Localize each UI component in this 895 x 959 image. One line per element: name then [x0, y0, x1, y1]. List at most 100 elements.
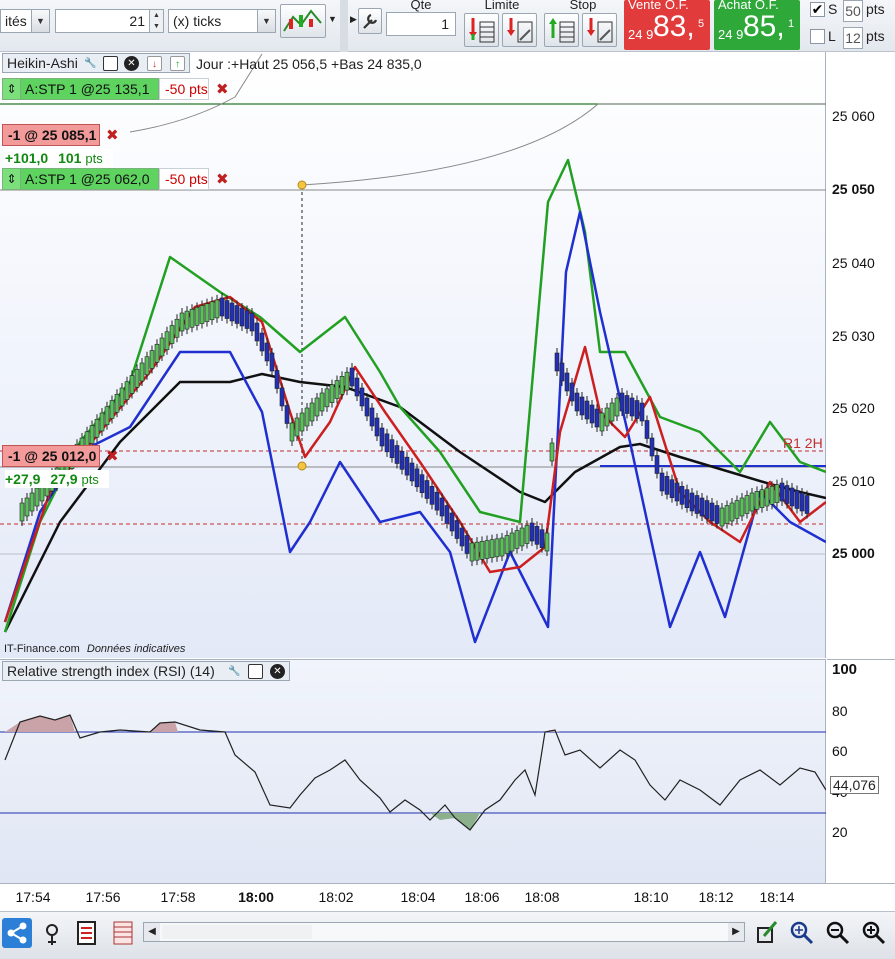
chevron-down-icon[interactable]: ▼: [257, 10, 275, 32]
price-chart-canvas[interactable]: [0, 52, 827, 658]
candle-up: [304, 407, 310, 427]
drag-handle: [297, 180, 307, 190]
candle-up: [544, 532, 550, 552]
stop-order-tag[interactable]: ⇕ A:STP 1 @25 062,0: [2, 168, 159, 190]
chevron-right-icon[interactable]: ▶: [350, 14, 357, 25]
candle-down: [284, 405, 290, 424]
time-axis[interactable]: 17:54 17:56 17:58 18:00 18:02 18:04 18:0…: [0, 883, 895, 911]
candle-down: [689, 492, 695, 512]
close-icon[interactable]: ✕: [124, 56, 139, 71]
candle-down: [379, 427, 385, 447]
time-scrollbar[interactable]: ◀ ▶: [143, 922, 745, 942]
position-tag[interactable]: -1 @ 25 012,0: [2, 445, 100, 467]
time-tick: 18:02: [318, 889, 354, 905]
stop-points-unit: pts: [866, 1, 885, 17]
limit-buy-button[interactable]: [464, 13, 499, 47]
stop-buy-button[interactable]: [544, 13, 579, 47]
stop-label: Stop: [569, 0, 597, 12]
candle-down: [454, 520, 460, 539]
buy-market-button[interactable]: Achat O.F. 24 9 85, 1: [714, 0, 800, 50]
unit-select-value: ités: [5, 13, 27, 29]
candle-up: [89, 425, 95, 444]
drag-handle: [297, 461, 307, 471]
candle-up: [189, 308, 195, 328]
wrench-icon[interactable]: 🔧: [227, 664, 242, 679]
candle-up: [334, 380, 340, 399]
candle-down: [564, 372, 570, 392]
ticks-select[interactable]: (x) ticks ▼: [168, 9, 276, 33]
close-position-icon[interactable]: ✖: [106, 447, 119, 465]
candle-down: [684, 489, 690, 508]
close-position-icon[interactable]: ✖: [106, 126, 119, 144]
drawing-tool-icon[interactable]: [752, 918, 782, 948]
chevron-down-icon[interactable]: ▼: [328, 14, 337, 24]
wrench-icon[interactable]: 🔧: [83, 56, 98, 71]
zoom-in-icon[interactable]: [858, 918, 888, 948]
candle-down: [704, 500, 710, 519]
candle-down: [244, 310, 250, 329]
buy-price-prefix: 24 9: [718, 27, 744, 42]
wrench-icon: [363, 13, 378, 29]
window-icon[interactable]: [248, 664, 263, 679]
sell-market-button[interactable]: Vente O.F. 24 9 83, 5: [624, 0, 710, 50]
candle-down: [779, 482, 785, 502]
candle-up: [119, 387, 125, 407]
scroll-left-icon[interactable]: ◀: [144, 923, 160, 941]
candle-up: [769, 486, 775, 505]
settings-wizard-icon[interactable]: [38, 918, 68, 948]
limit-points-input[interactable]: 12: [843, 27, 863, 49]
rsi-chart-canvas[interactable]: [0, 660, 827, 884]
candle-up: [179, 312, 185, 332]
sell-price-decimal: 5: [698, 18, 705, 30]
price-chart[interactable]: Heikin-Ashi 🔧 ✕ ↓ ↑ Jour :+Haut 25 056,5…: [0, 52, 827, 658]
arrow-down-icon[interactable]: ↓: [147, 56, 162, 71]
candle-down: [644, 420, 650, 439]
zoom-out-icon[interactable]: [822, 918, 852, 948]
chevron-down-icon[interactable]: ▼: [31, 10, 49, 32]
stop-sell-button[interactable]: [582, 13, 617, 47]
share-icon[interactable]: [2, 918, 32, 948]
order-settings-button[interactable]: [358, 8, 382, 34]
limit-sell-button[interactable]: [502, 13, 537, 47]
stop-checkbox[interactable]: ✔: [810, 2, 825, 17]
stop-order-tag[interactable]: ⇕ A:STP 1 @25 135,1: [2, 78, 159, 100]
candle-up: [184, 310, 190, 330]
position-pnl: +101,0 101 pts: [5, 149, 113, 167]
watermark-note: Données indicatives: [86, 643, 186, 655]
cancel-order-icon[interactable]: ✖: [216, 80, 229, 98]
candle-down: [354, 377, 360, 397]
limit-checkbox[interactable]: [810, 29, 825, 44]
candle-down: [414, 468, 420, 488]
cancel-order-icon[interactable]: ✖: [216, 170, 229, 188]
price-axis[interactable]: 25 060 25 050 25 040 25 030 25 020 25 01…: [827, 52, 895, 658]
candle-down: [394, 445, 400, 464]
close-icon[interactable]: ✕: [270, 664, 285, 679]
window-icon[interactable]: [103, 56, 118, 71]
quantity-stepper[interactable]: 21 ▲ ▼: [55, 9, 164, 33]
qte-input[interactable]: 1: [386, 12, 456, 36]
arrow-up-icon[interactable]: ↑: [170, 56, 185, 71]
candle-up: [199, 305, 205, 324]
limite-label: Limite: [484, 0, 520, 12]
position-pnl-points: +27,9: [5, 471, 41, 487]
stop-order-label: A:STP 1 @25 062,0: [25, 171, 150, 187]
drag-handle-icon[interactable]: ⇕: [3, 169, 21, 189]
candle-up: [209, 301, 215, 321]
stop-points-input[interactable]: 50: [843, 0, 863, 22]
rsi-axis[interactable]: 100 80 60 40 20 44,076: [827, 659, 895, 883]
ladder-icon[interactable]: [108, 918, 138, 948]
calculator-icon[interactable]: [72, 918, 102, 948]
drag-handle-icon[interactable]: ⇕: [3, 79, 21, 99]
unit-select[interactable]: ités ▼: [0, 9, 50, 33]
position-tag[interactable]: -1 @ 25 085,1: [2, 124, 100, 146]
limit-points-unit: pts: [866, 28, 885, 44]
candle-down: [259, 332, 265, 352]
candle-down: [434, 491, 440, 511]
rsi-chart[interactable]: Relative strength index (RSI) (14) 🔧 ✕: [0, 659, 827, 884]
price-tick: 25 050: [832, 181, 875, 197]
scroll-right-icon[interactable]: ▶: [728, 923, 744, 941]
scroll-thumb[interactable]: [162, 925, 312, 939]
spin-arrows-icon[interactable]: ▲ ▼: [149, 10, 163, 32]
chart-type-button[interactable]: [280, 4, 326, 38]
zoom-fit-icon[interactable]: [786, 918, 816, 948]
